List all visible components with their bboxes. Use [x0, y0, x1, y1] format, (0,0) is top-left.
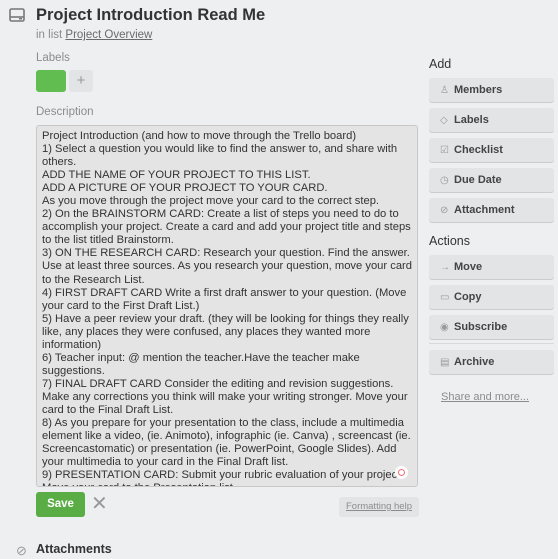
description-heading: Description — [36, 106, 94, 118]
move-button[interactable]: → Move — [429, 255, 554, 279]
description-textarea[interactable]: Project Introduction (and how to move th… — [36, 125, 418, 487]
attachments-heading: Attachments — [36, 542, 112, 556]
formatting-help-link[interactable]: Formatting help — [339, 497, 419, 517]
save-button[interactable]: Save — [36, 492, 85, 517]
labels-button[interactable]: ◇ Labels — [429, 108, 554, 132]
checklist-button[interactable]: ☑ Checklist — [429, 138, 554, 162]
subscribe-button[interactable]: ◉ Subscribe — [429, 315, 554, 339]
arrow-right-icon: → — [440, 262, 450, 273]
archive-icon: ▤ — [440, 357, 450, 368]
checklist-icon: ☑ — [440, 145, 449, 156]
label-green[interactable] — [36, 70, 66, 92]
due-date-label: Due Date — [454, 174, 502, 186]
card-title[interactable]: Project Introduction Read Me — [36, 6, 265, 25]
sidebar-divider — [429, 343, 554, 344]
eye-icon: ◉ — [440, 322, 449, 333]
list-link[interactable]: Project Overview — [65, 29, 152, 41]
label-icon: ◇ — [440, 115, 448, 126]
copy-button[interactable]: ▭ Copy — [429, 285, 554, 309]
archive-label: Archive — [454, 356, 495, 368]
paperclip-icon: ⊘ — [16, 543, 27, 558]
attachment-label: Attachment — [454, 204, 515, 216]
grammarly-icon[interactable] — [395, 466, 408, 479]
card-icon — [9, 8, 25, 22]
move-label: Move — [454, 261, 483, 273]
labels-heading: Labels — [36, 52, 70, 64]
members-button[interactable]: ♙ Members — [429, 78, 554, 102]
copy-icon: ▭ — [440, 292, 450, 303]
add-label-button[interactable]: + — [69, 70, 93, 92]
member-icon: ♙ — [440, 85, 449, 96]
clock-icon: ◷ — [440, 175, 449, 186]
actions-heading: Actions — [429, 234, 470, 248]
checklist-label: Checklist — [454, 144, 503, 156]
due-date-button[interactable]: ◷ Due Date — [429, 168, 554, 192]
share-and-more-link[interactable]: Share and more... — [441, 391, 529, 403]
archive-button[interactable]: ▤ Archive — [429, 350, 554, 374]
members-label: Members — [454, 84, 503, 96]
close-icon[interactable]: ✕ — [91, 492, 108, 517]
subscribe-label: Subscribe — [454, 321, 508, 333]
add-heading: Add — [429, 57, 452, 71]
in-list-prefix: in list — [36, 29, 66, 41]
paperclip-icon: ⊘ — [440, 205, 449, 216]
list-location: in list Project Overview — [36, 29, 152, 41]
attachment-button[interactable]: ⊘ Attachment — [429, 198, 554, 222]
labels-label: Labels — [454, 114, 489, 126]
copy-label: Copy — [454, 291, 482, 303]
